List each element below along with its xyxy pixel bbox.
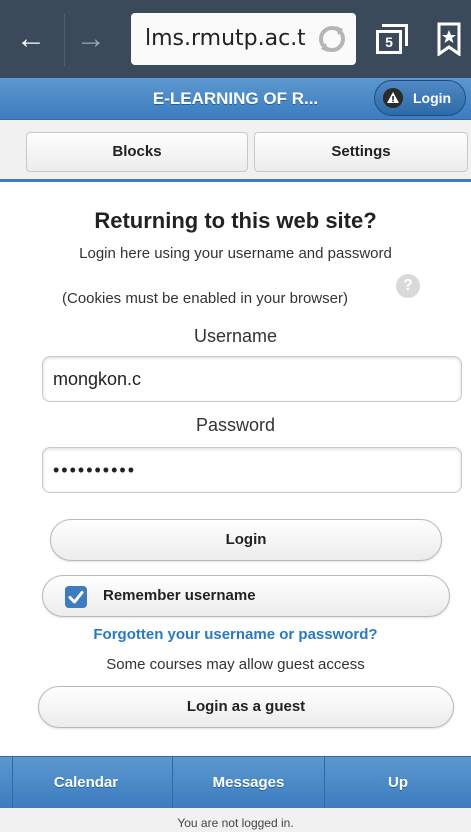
- footer-nav: Calendar Messages Up: [0, 756, 471, 809]
- username-label: Username: [193, 326, 278, 346]
- guest-access-note: Some courses may allow guest access: [106, 656, 365, 673]
- forgot-password-link[interactable]: Forgotten your username or password?: [0, 626, 471, 643]
- remember-username-toggle[interactable]: Remember username: [42, 575, 450, 617]
- blocks-button[interactable]: Blocks: [26, 132, 248, 172]
- toolbar-divider: [64, 14, 65, 66]
- login-status: You are not logged in.: [0, 808, 471, 832]
- footer-up[interactable]: Up: [324, 757, 471, 809]
- header-login-label: Login: [413, 90, 452, 106]
- username-input[interactable]: mongkon.c: [42, 356, 462, 402]
- page-title: Returning to this web site?: [94, 208, 377, 233]
- browser-toolbar: ← → lms.rmutp.ac.th/l 5: [0, 0, 471, 78]
- back-arrow-icon[interactable]: ←: [14, 22, 48, 56]
- remember-username-label: Remember username: [103, 587, 256, 604]
- footer-calendar[interactable]: Calendar: [0, 757, 172, 809]
- guest-login-button[interactable]: Login as a guest: [38, 686, 454, 728]
- settings-button[interactable]: Settings: [254, 132, 468, 172]
- address-bar-url[interactable]: lms.rmutp.ac.th/l: [145, 26, 305, 51]
- footer-messages[interactable]: Messages: [172, 757, 324, 809]
- site-header: E-LEARNING OF R... Login: [0, 78, 471, 120]
- help-icon[interactable]: ?: [396, 274, 420, 298]
- reload-icon[interactable]: [316, 23, 348, 55]
- subnav-bar: Blocks Settings: [0, 120, 471, 182]
- password-label: Password: [195, 415, 276, 435]
- bookmark-icon[interactable]: [437, 22, 461, 56]
- alert-icon: [383, 88, 403, 108]
- tab-count: 5: [376, 30, 402, 54]
- checkbox-checked-icon[interactable]: [65, 586, 87, 608]
- forward-arrow-icon[interactable]: →: [74, 22, 108, 56]
- header-login-button[interactable]: Login: [374, 80, 466, 116]
- address-bar[interactable]: lms.rmutp.ac.th/l: [131, 13, 356, 65]
- password-input[interactable]: ••••••••••: [42, 447, 462, 493]
- tabs-icon[interactable]: 5: [376, 24, 408, 56]
- cookies-note: (Cookies must be enabled in your browser…: [62, 290, 348, 307]
- login-instructions: Login here using your username and passw…: [79, 245, 392, 262]
- login-button[interactable]: Login: [50, 519, 442, 561]
